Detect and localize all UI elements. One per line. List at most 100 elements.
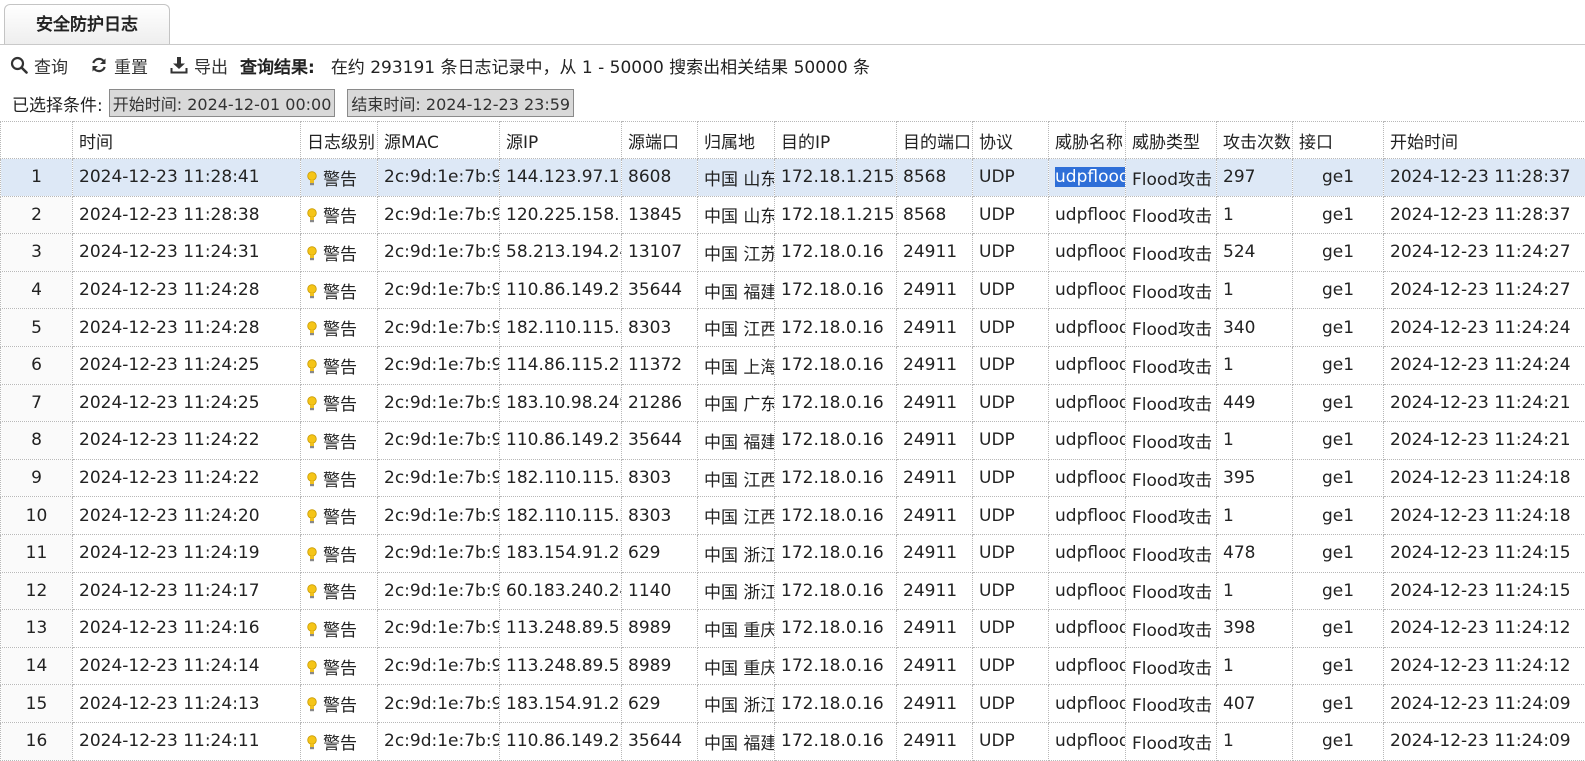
lightbulb-icon <box>307 171 317 187</box>
src-ip-header[interactable]: 源IP <box>500 122 622 159</box>
log-level-text: 警告 <box>323 433 357 453</box>
dst-port-cell: 24911 <box>897 309 973 347</box>
threat-type-cell: Flood攻击 <box>1126 572 1217 610</box>
location-cell: 中国 上海 <box>698 346 775 384</box>
log-level-text: 警告 <box>323 621 357 641</box>
attack-count-cell: 1 <box>1217 722 1293 760</box>
log-level-header[interactable]: 日志级别 <box>301 122 378 159</box>
lightbulb-icon <box>307 472 317 488</box>
dst-ip-header[interactable]: 目的IP <box>775 122 897 159</box>
table-row[interactable]: 102024-12-23 11:24:20警告2c:9d:1e:7b:9182.… <box>1 497 1585 535</box>
lightbulb-icon <box>307 321 317 337</box>
interface-cell: ge1 <box>1293 234 1384 272</box>
row-number: 9 <box>1 459 73 497</box>
src-mac-cell: 2c:9d:1e:7b:9 <box>378 610 500 648</box>
time-cell: 2024-12-23 11:24:13 <box>73 685 301 723</box>
location-cell: 中国 山东 <box>698 196 775 234</box>
tab-security-log[interactable]: 安全防护日志 <box>4 4 170 44</box>
start-time-header[interactable]: 开始时间 <box>1384 122 1585 159</box>
row-number: 14 <box>1 647 73 685</box>
table-row[interactable]: 42024-12-23 11:24:28警告2c:9d:1e:7b:9110.8… <box>1 271 1585 309</box>
dst-ip-cell: 172.18.0.16 <box>775 534 897 572</box>
time-cell: 2024-12-23 11:24:17 <box>73 572 301 610</box>
dst-ip-cell: 172.18.0.16 <box>775 572 897 610</box>
lightbulb-icon <box>307 735 317 751</box>
filter-bar: 已选择条件: 开始时间: 2024-12-01 00:00 结束时间: 2024… <box>0 86 1585 120</box>
table-row[interactable]: 22024-12-23 11:28:38警告2c:9d:1e:7b:9120.2… <box>1 196 1585 234</box>
table-row[interactable]: 72024-12-23 11:24:25警告2c:9d:1e:7b:9183.1… <box>1 384 1585 422</box>
export-button[interactable]: 导出 <box>170 53 228 78</box>
lightbulb-icon <box>307 509 317 525</box>
threat-type-cell: Flood攻击 <box>1126 234 1217 272</box>
src-port-cell: 8303 <box>622 497 698 535</box>
dst-ip-cell: 172.18.0.16 <box>775 422 897 460</box>
location-cell: 中国 江西 <box>698 309 775 347</box>
threat-type-cell: Flood攻击 <box>1126 159 1217 197</box>
src-port-cell: 11372 <box>622 346 698 384</box>
time-header[interactable]: 时间 <box>73 122 301 159</box>
attack-count-header[interactable]: 攻击次数 <box>1217 122 1293 159</box>
log-level-cell: 警告 <box>301 497 378 535</box>
src-port-header[interactable]: 源端口 <box>622 122 698 159</box>
table-row[interactable]: 92024-12-23 11:24:22警告2c:9d:1e:7b:9182.1… <box>1 459 1585 497</box>
dst-port-cell: 24911 <box>897 271 973 309</box>
protocol-cell: UDP <box>973 534 1049 572</box>
log-level-cell: 警告 <box>301 685 378 723</box>
filter-chip-end[interactable]: 结束时间: 2024-12-23 23:59 <box>347 89 574 117</box>
protocol-cell: UDP <box>973 159 1049 197</box>
table-row[interactable]: 12024-12-23 11:28:41警告2c:9d:1e:7b:9144.1… <box>1 159 1585 197</box>
src-port-cell: 1140 <box>622 572 698 610</box>
interface-cell: ge1 <box>1293 271 1384 309</box>
threat-name-header[interactable]: 威胁名称 <box>1049 122 1126 159</box>
src-port-cell: 8989 <box>622 647 698 685</box>
log-level-cell: 警告 <box>301 309 378 347</box>
reset-button[interactable]: 重置 <box>90 53 148 78</box>
location-header[interactable]: 归属地 <box>698 122 775 159</box>
table-row[interactable]: 162024-12-23 11:24:11警告2c:9d:1e:7b:9110.… <box>1 722 1585 760</box>
dst-ip-cell: 172.18.0.16 <box>775 685 897 723</box>
location-cell: 中国 福建 <box>698 271 775 309</box>
dst-port-cell: 8568 <box>897 196 973 234</box>
start-time-cell: 2024-12-23 11:24:09 <box>1384 722 1585 760</box>
location-cell: 中国 重庆 <box>698 647 775 685</box>
start-time-cell: 2024-12-23 11:24:27 <box>1384 271 1585 309</box>
table-row[interactable]: 32024-12-23 11:24:31警告2c:9d:1e:7b:958.21… <box>1 234 1585 272</box>
time-cell: 2024-12-23 11:28:38 <box>73 196 301 234</box>
log-level-cell: 警告 <box>301 459 378 497</box>
interface-cell: ge1 <box>1293 384 1384 422</box>
src-mac-cell: 2c:9d:1e:7b:9 <box>378 271 500 309</box>
row-number: 4 <box>1 271 73 309</box>
src-ip-cell: 182.110.115.2 <box>500 459 622 497</box>
interface-cell: ge1 <box>1293 309 1384 347</box>
query-button[interactable]: 查询 <box>10 53 68 78</box>
row-number: 16 <box>1 722 73 760</box>
table-row[interactable]: 112024-12-23 11:24:19警告2c:9d:1e:7b:9183.… <box>1 534 1585 572</box>
threat-type-header[interactable]: 威胁类型 <box>1126 122 1217 159</box>
location-cell: 中国 浙江 <box>698 572 775 610</box>
attack-count-cell: 478 <box>1217 534 1293 572</box>
dst-ip-cell: 172.18.0.16 <box>775 610 897 648</box>
filter-chip-start[interactable]: 开始时间: 2024-12-01 00:00 <box>109 89 336 117</box>
log-level-cell: 警告 <box>301 572 378 610</box>
table-row[interactable]: 122024-12-23 11:24:17警告2c:9d:1e:7b:960.1… <box>1 572 1585 610</box>
dst-port-cell: 24911 <box>897 572 973 610</box>
interface-header[interactable]: 接口 <box>1293 122 1384 159</box>
src-mac-header[interactable]: 源MAC <box>378 122 500 159</box>
row-number-header[interactable] <box>1 122 73 159</box>
src-mac-cell: 2c:9d:1e:7b:9 <box>378 685 500 723</box>
table-row[interactable]: 152024-12-23 11:24:13警告2c:9d:1e:7b:9183.… <box>1 685 1585 723</box>
attack-count-cell: 395 <box>1217 459 1293 497</box>
protocol-cell: UDP <box>973 422 1049 460</box>
table-row[interactable]: 142024-12-23 11:24:14警告2c:9d:1e:7b:9113.… <box>1 647 1585 685</box>
table-row[interactable]: 132024-12-23 11:24:16警告2c:9d:1e:7b:9113.… <box>1 610 1585 648</box>
table-row[interactable]: 52024-12-23 11:24:28警告2c:9d:1e:7b:9182.1… <box>1 309 1585 347</box>
dst-port-cell: 24911 <box>897 685 973 723</box>
dst-ip-cell: 172.18.0.16 <box>775 497 897 535</box>
dst-port-cell: 8568 <box>897 159 973 197</box>
start-time-cell: 2024-12-23 11:24:12 <box>1384 647 1585 685</box>
protocol-header[interactable]: 协议 <box>973 122 1049 159</box>
dst-port-header[interactable]: 目的端口 <box>897 122 973 159</box>
table-row[interactable]: 82024-12-23 11:24:22警告2c:9d:1e:7b:9110.8… <box>1 422 1585 460</box>
row-number: 7 <box>1 384 73 422</box>
table-row[interactable]: 62024-12-23 11:24:25警告2c:9d:1e:7b:9114.8… <box>1 346 1585 384</box>
